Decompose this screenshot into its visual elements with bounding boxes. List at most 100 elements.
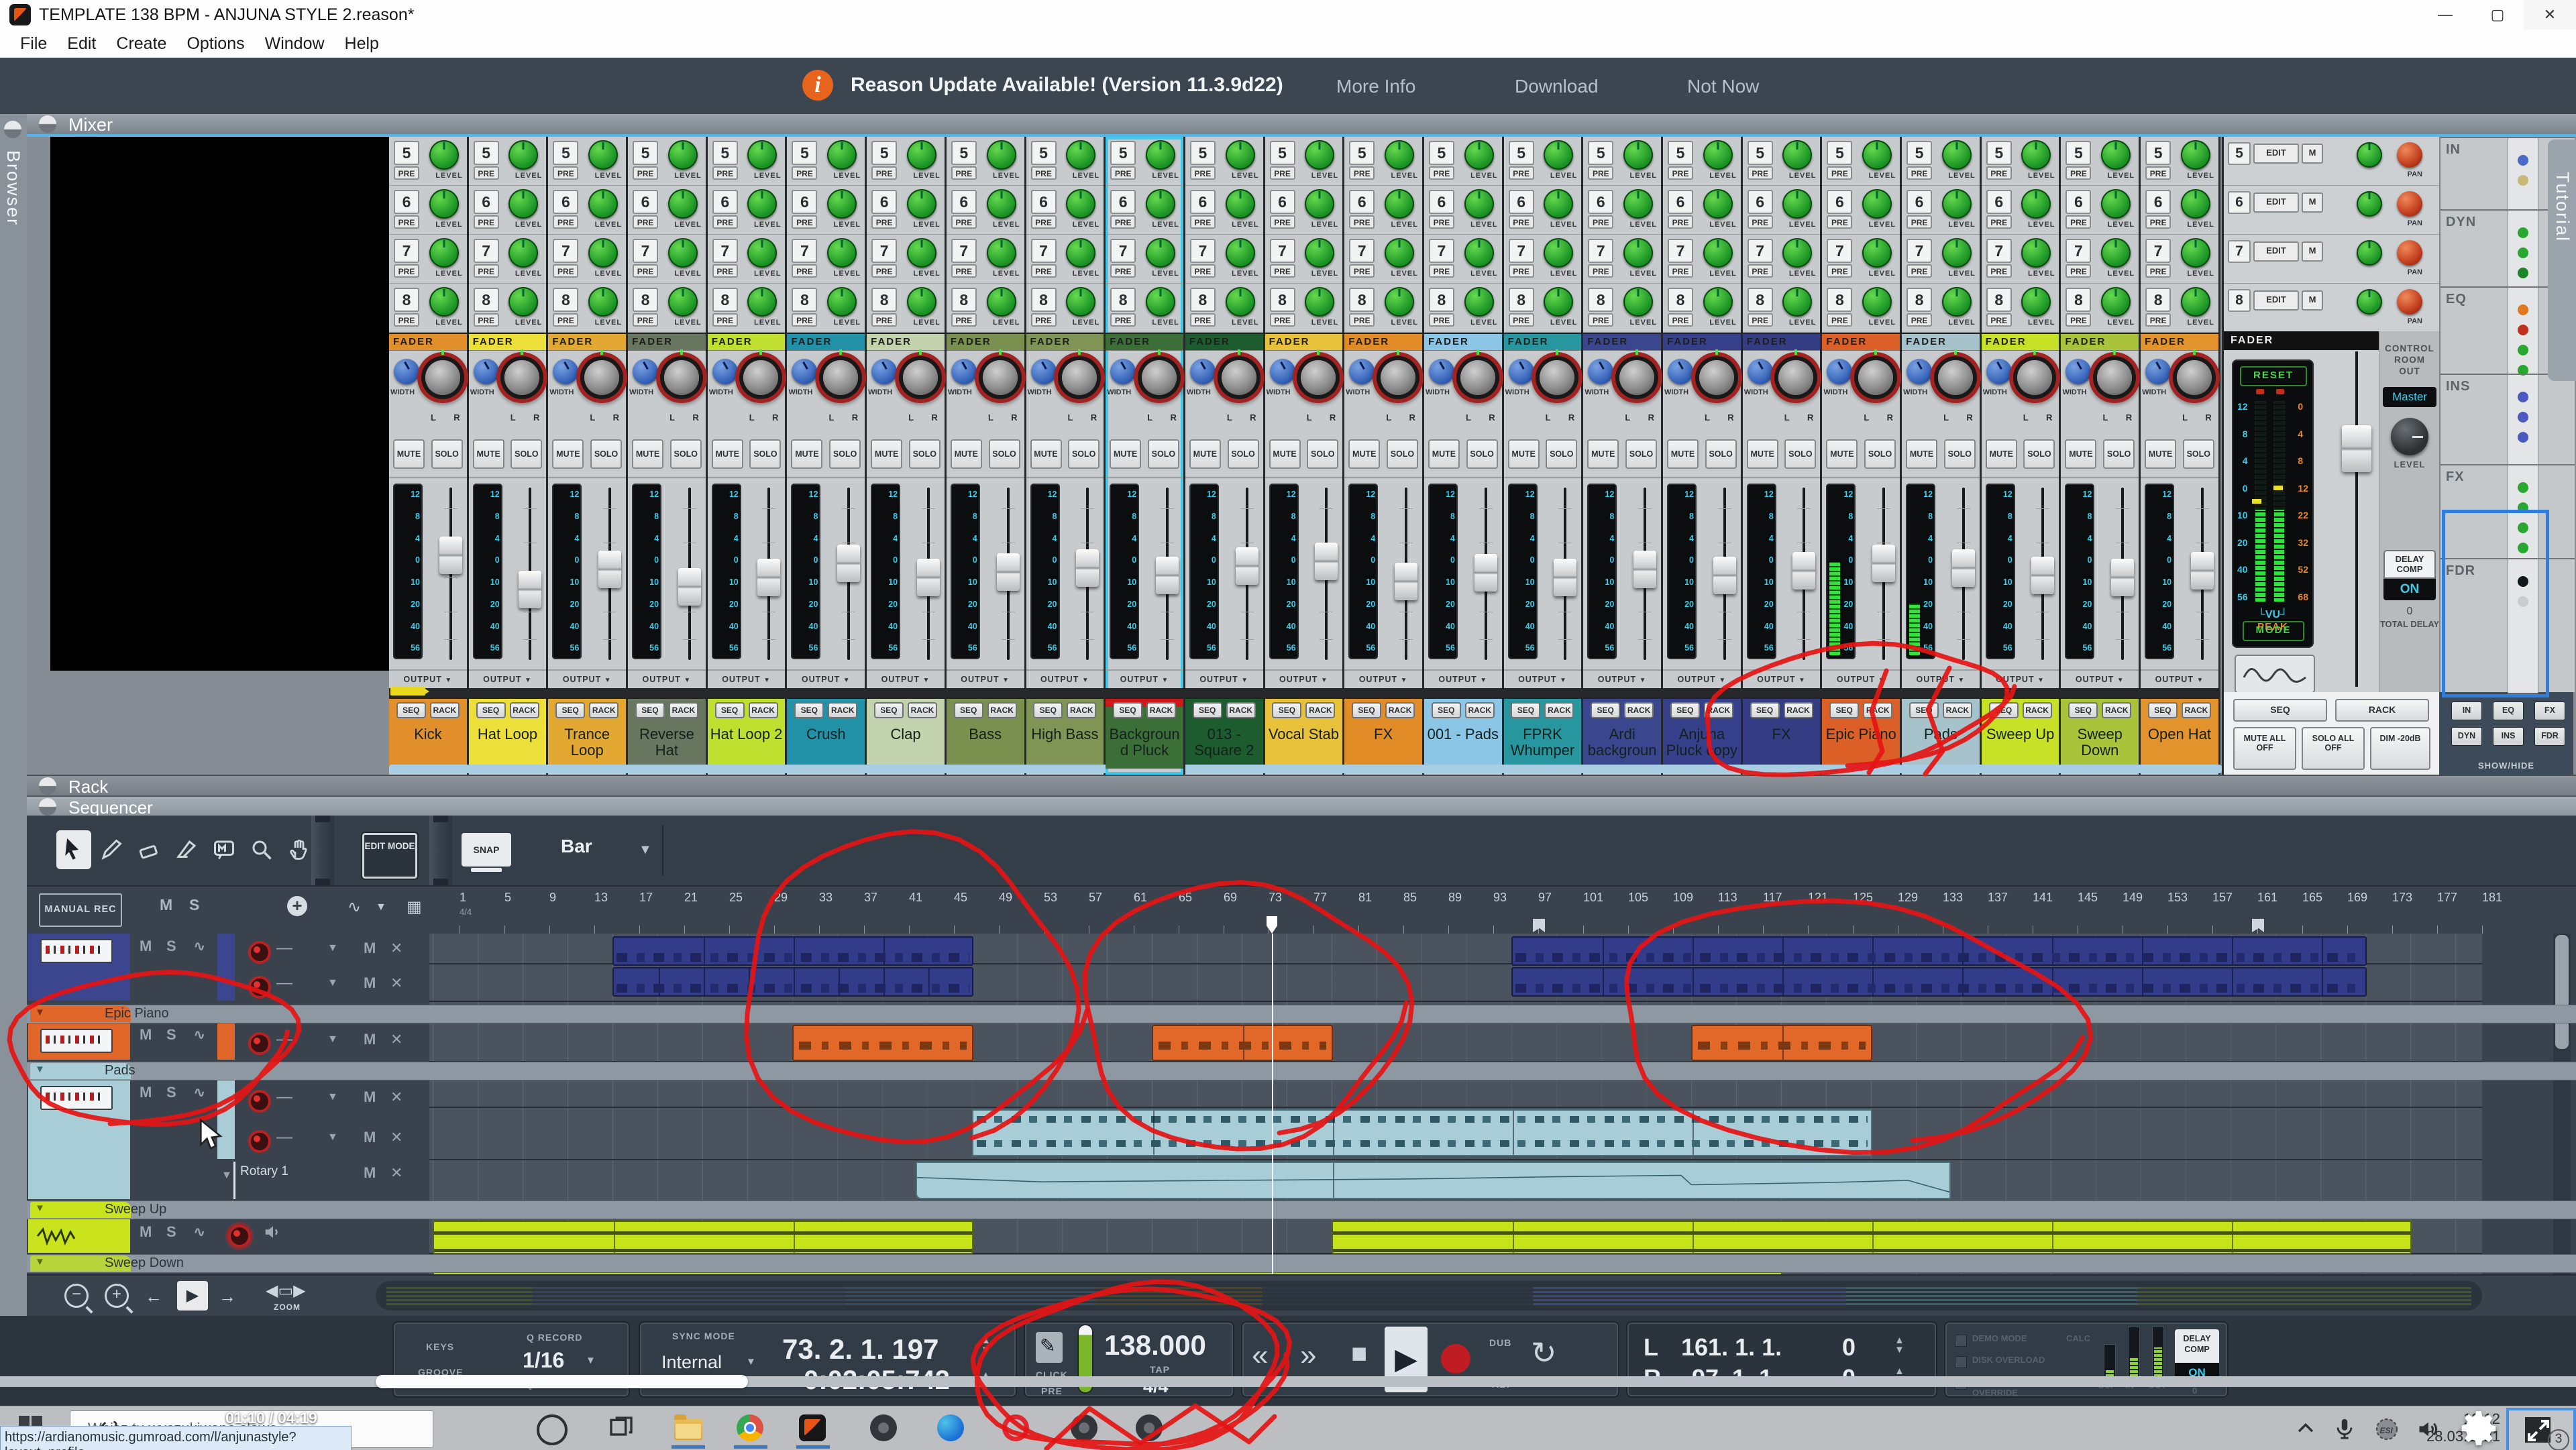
pre-button[interactable]: PRE (2065, 166, 2091, 180)
sweep-up-mute[interactable]: M (140, 1223, 152, 1241)
show-hide-eq-button[interactable]: EQ (2493, 702, 2524, 720)
collapse-arrow-icon[interactable]: ▼ (35, 1256, 45, 1268)
width-knob[interactable] (553, 359, 578, 384)
edit-button[interactable]: EDIT (2253, 144, 2299, 164)
send-level-knob[interactable] (1862, 140, 1892, 170)
mute-button[interactable]: MUTE (951, 439, 982, 469)
pre-button[interactable]: PRE (1907, 313, 1932, 327)
pre-button[interactable]: PRE (1668, 313, 1693, 327)
track-anjuna-pluck-copy[interactable] (28, 934, 130, 1001)
mute-button[interactable]: MUTE (632, 439, 663, 469)
anjuna-solo[interactable]: S (166, 938, 176, 955)
send-level-knob[interactable] (2101, 238, 2131, 268)
output-row[interactable]: OUTPUT ▼ (708, 669, 786, 688)
tray-chevron-up-icon[interactable] (2294, 1417, 2317, 1443)
pre-button[interactable]: PRE (1748, 313, 1773, 327)
pre-button[interactable]: PRE (394, 264, 419, 278)
width-knob[interactable] (1110, 359, 1136, 384)
song-position-bars[interactable]: 73. 2. 1. 197 (782, 1333, 939, 1365)
pre-button[interactable]: PRE (2065, 313, 2091, 327)
show-hide-in-button[interactable]: IN (2451, 702, 2482, 720)
send-level-knob[interactable] (508, 189, 538, 219)
send-level-knob[interactable] (1544, 140, 1573, 170)
add-lane-button[interactable]: + (287, 896, 307, 916)
mute-button[interactable]: MUTE (1428, 439, 1460, 469)
rack-button[interactable]: RACK (1704, 702, 1733, 718)
channel-label[interactable]: SEQRACKHat Loop 2 (708, 698, 786, 769)
width-knob[interactable] (871, 359, 897, 384)
width-knob[interactable] (951, 359, 977, 384)
fader-handle[interactable] (917, 559, 940, 596)
pre-button[interactable]: PRE (792, 166, 817, 180)
anjuna-lane1-lane-mute[interactable]: M (364, 940, 376, 957)
fader-handle[interactable] (1474, 554, 1497, 592)
pre-button[interactable]: PRE (633, 215, 658, 229)
solo-button[interactable]: SOLO (1546, 439, 1577, 469)
pan-knob[interactable] (2097, 360, 2132, 395)
mute-button[interactable]: MUTE (2065, 439, 2096, 469)
mute-button[interactable]: MUTE (1189, 439, 1221, 469)
solo-button[interactable]: SOLO (2103, 439, 2135, 469)
rack-button[interactable]: RACK (1385, 702, 1415, 718)
control-room-source[interactable]: Master (2383, 387, 2436, 407)
return-pan-knob[interactable] (2397, 191, 2422, 217)
epic-clip[interactable] (1152, 1025, 1333, 1061)
send-level-knob[interactable] (1305, 189, 1334, 219)
collapse-arrow-icon[interactable]: ▼ (35, 1203, 45, 1214)
pre-button[interactable]: PRE (1349, 166, 1375, 180)
menu-item-file[interactable]: File (20, 30, 47, 58)
pre-button[interactable]: PRE (1668, 215, 1693, 229)
edit-mode-button[interactable]: EDIT MODE (362, 833, 417, 879)
pre-button[interactable]: PRE (1429, 166, 1454, 180)
rack-button[interactable]: RACK (1146, 702, 1176, 718)
send-level-knob[interactable] (1226, 189, 1255, 219)
rack-button[interactable]: RACK (2182, 702, 2211, 718)
send-level-knob[interactable] (1623, 140, 1653, 170)
seq-button[interactable]: SEQ (1432, 702, 1461, 718)
seq-button[interactable]: SEQ (2068, 702, 2098, 718)
send-level-knob[interactable] (907, 189, 936, 219)
rack-header[interactable]: Rack (27, 775, 2576, 797)
sweep-up-speaker-icon[interactable] (263, 1222, 283, 1245)
solo-button[interactable]: SOLO (1466, 439, 1498, 469)
pre-button[interactable]: PRE (1270, 166, 1295, 180)
track-epic-piano[interactable] (28, 1023, 130, 1060)
pan-knob[interactable] (504, 360, 539, 395)
send-level-knob[interactable] (747, 287, 777, 317)
pan-knob[interactable] (983, 360, 1018, 395)
mixer-header[interactable]: Mixer (27, 114, 2576, 137)
seq-button[interactable]: SEQ (1033, 702, 1063, 718)
fader-handle[interactable] (1315, 543, 1338, 580)
anjuna-lane1-target-arrow[interactable]: ▼ (327, 942, 338, 954)
pan-knob[interactable] (2017, 360, 2052, 395)
channel-label[interactable]: SEQRACKOpen Hat (2141, 698, 2218, 769)
automation-icon[interactable]: ∿ (347, 897, 361, 917)
pre-button[interactable]: PRE (792, 313, 817, 327)
solo-button[interactable]: SOLO (511, 439, 542, 469)
solo-button[interactable]: SOLO (1228, 439, 1259, 469)
channel-label[interactable]: SEQRACKAnjuna Pluck copy (1663, 698, 1741, 769)
seq-button[interactable]: SEQ (1511, 702, 1540, 718)
pre-button[interactable]: PRE (871, 264, 897, 278)
pre-button[interactable]: PRE (1349, 313, 1375, 327)
rack-button[interactable]: RACK (1226, 702, 1256, 718)
send-level-knob[interactable] (1544, 189, 1573, 219)
pads-lane2-lane-close[interactable]: ✕ (390, 1129, 402, 1146)
not-now-link[interactable]: Not Now (1687, 76, 1759, 97)
rack-button[interactable]: RACK (987, 702, 1017, 718)
pre-button[interactable]: PRE (1031, 264, 1057, 278)
left-loop-locator[interactable] (2252, 919, 2264, 932)
pan-knob[interactable] (1938, 360, 1973, 395)
epic-lane-lane-close[interactable]: ✕ (390, 1031, 402, 1048)
send-level-knob[interactable] (668, 238, 698, 268)
seq-button[interactable]: SEQ (1193, 702, 1222, 718)
send-level-knob[interactable] (1385, 189, 1414, 219)
pads-lane1-target-arrow[interactable]: ▼ (327, 1091, 338, 1103)
seq-button[interactable]: SEQ (1989, 702, 2019, 718)
menu-item-edit[interactable]: Edit (67, 30, 96, 58)
output-row[interactable]: OUTPUT ▼ (947, 669, 1024, 688)
rack-button[interactable]: RACK (1544, 702, 1574, 718)
width-knob[interactable] (1668, 359, 1693, 384)
esi-audio-icon[interactable]: ESI (2375, 1417, 2399, 1445)
seq-button[interactable]: SEQ (396, 702, 426, 718)
